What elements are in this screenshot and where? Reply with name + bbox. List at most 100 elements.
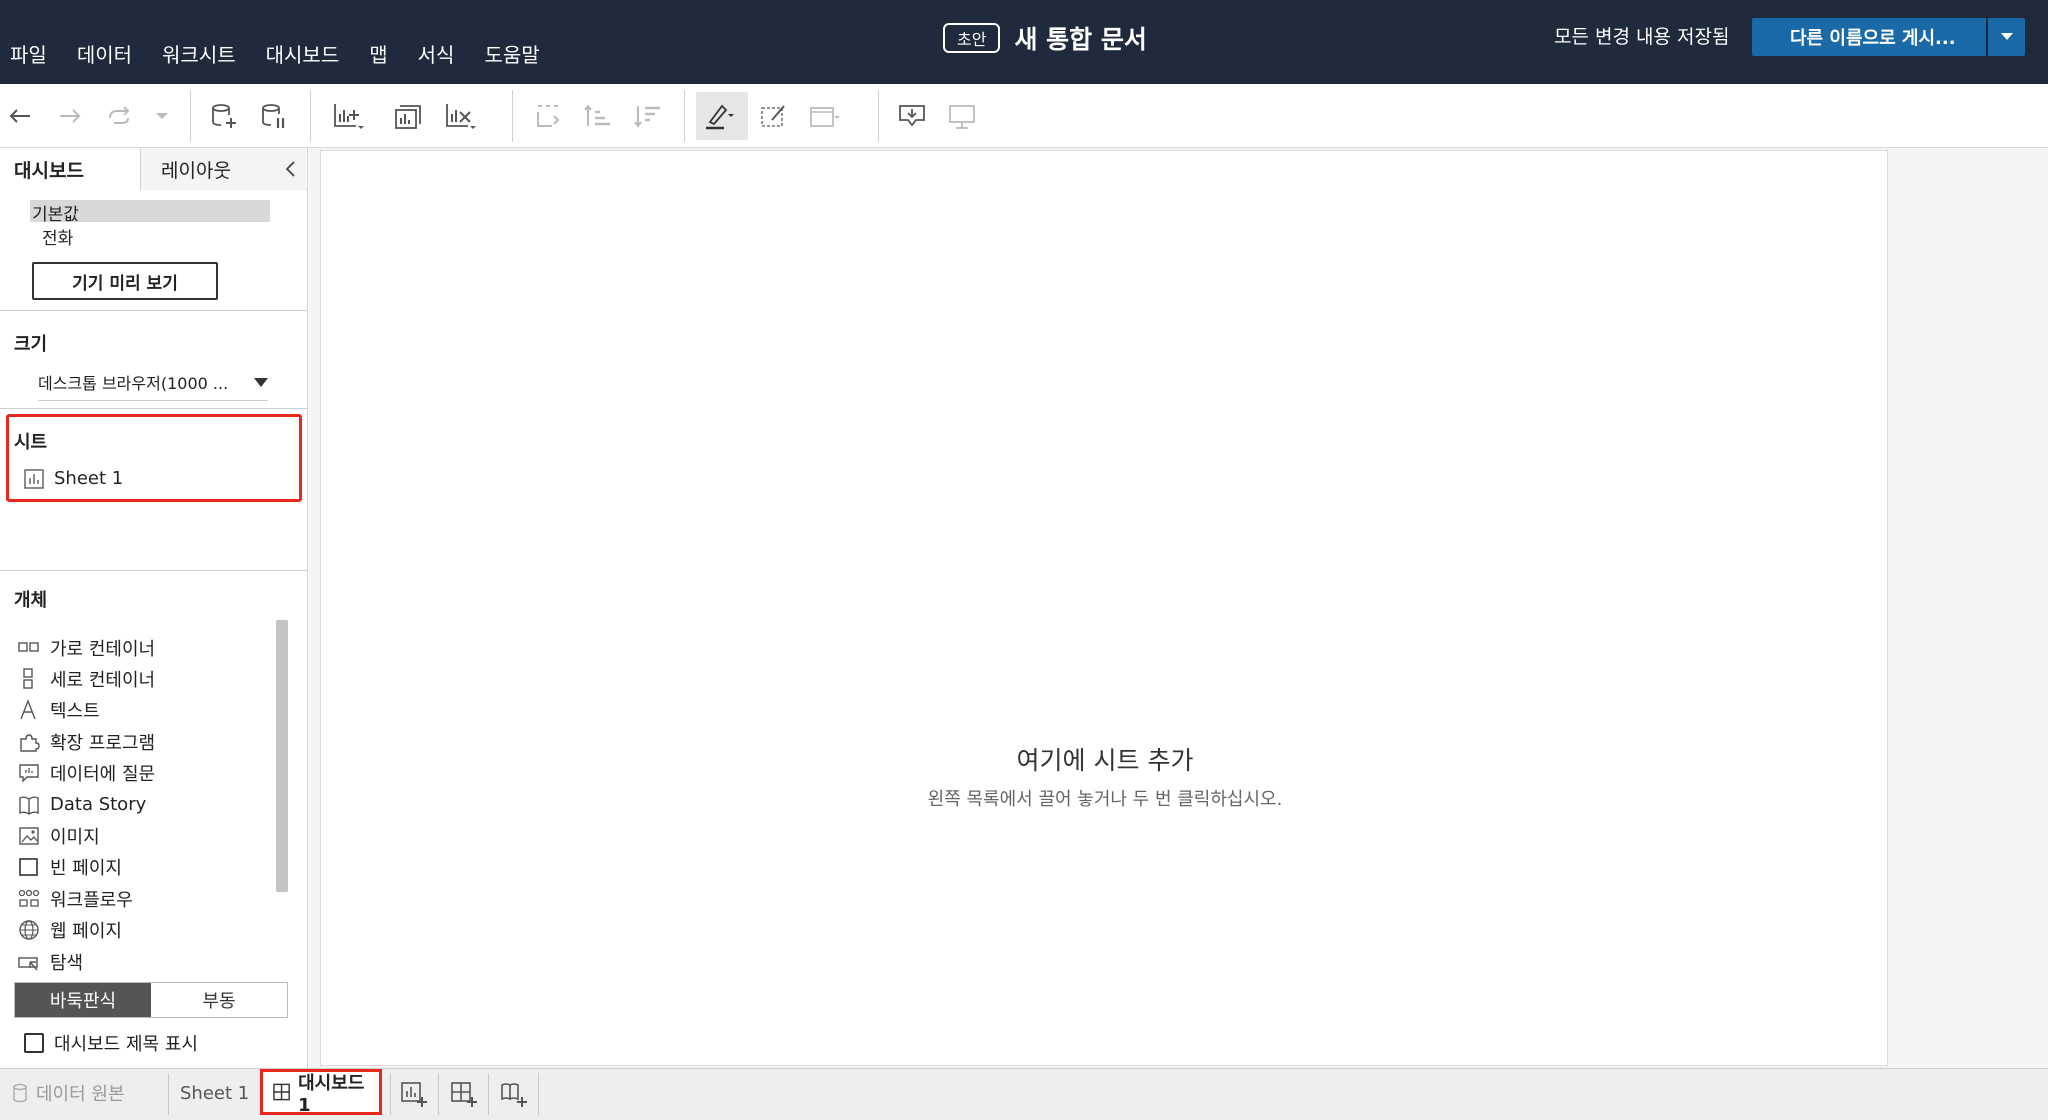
- floating-button[interactable]: 부동: [151, 983, 287, 1017]
- toolbar: [0, 84, 2048, 148]
- object-label: 데이터에 질문: [50, 764, 156, 786]
- caret-down-icon: [2000, 33, 2013, 40]
- object-ask-data[interactable]: 데이터에 질문: [18, 758, 274, 789]
- document-title[interactable]: 새 통합 문서: [1014, 20, 1146, 56]
- menu-worksheet[interactable]: 워크시트: [152, 40, 252, 70]
- dashboard-tab-active[interactable]: 대시보드 1: [260, 1069, 382, 1116]
- toolbar-separator: [878, 90, 879, 142]
- device-default[interactable]: 기본값: [32, 200, 79, 225]
- caret-down-icon: [254, 377, 268, 387]
- menu-dashboard[interactable]: 대시보드: [256, 40, 356, 70]
- object-navigation[interactable]: 탐색: [18, 946, 274, 977]
- tab-layout[interactable]: 레이아웃: [140, 148, 306, 190]
- menu-help[interactable]: 도움말: [474, 40, 555, 70]
- new-dashboard-tab-icon[interactable]: [450, 1081, 478, 1107]
- object-label: 이미지: [50, 827, 100, 849]
- sort-ascending-icon[interactable]: [582, 100, 614, 132]
- add-sheet-title: 여기에 시트 추가: [1016, 746, 1194, 775]
- objects-scrollbar[interactable]: [276, 620, 288, 892]
- replay-icon[interactable]: [104, 100, 136, 132]
- chat-bubble-icon: [19, 764, 39, 783]
- publish-as-button[interactable]: 다른 이름으로 게시...: [1752, 18, 1986, 56]
- device-preview-button[interactable]: 기기 미리 보기: [32, 262, 218, 300]
- tab-dashboard[interactable]: 대시보드: [0, 148, 140, 190]
- object-image[interactable]: 이미지: [18, 820, 274, 851]
- object-data-story[interactable]: Data Story: [18, 789, 274, 820]
- tiled-button[interactable]: 바둑판식: [15, 983, 151, 1017]
- blank-page-icon: [19, 858, 38, 877]
- object-label: 가로 컨테이너: [50, 638, 156, 660]
- dashboard-tab-label: 대시보드 1: [298, 1072, 365, 1116]
- object-blank[interactable]: 빈 페이지: [18, 852, 274, 883]
- sheet-tab[interactable]: Sheet 1: [180, 1069, 249, 1117]
- device-phone[interactable]: 전화: [42, 224, 73, 249]
- datasource-tab[interactable]: 데이터 원본: [12, 1069, 125, 1117]
- show-title-label: 대시보드 제목 표시: [54, 1034, 198, 1055]
- object-label: 빈 페이지: [50, 858, 122, 880]
- dashboard-canvas[interactable]: 여기에 시트 추가 왼쪽 목록에서 끌어 놓거나 두 번 클릭하십시오.: [320, 150, 1888, 1066]
- datasource-tab-label: 데이터 원본: [36, 1084, 125, 1105]
- annotate-icon[interactable]: [758, 100, 790, 132]
- menu-map[interactable]: 맵: [359, 40, 403, 70]
- horizontal-container-icon: [18, 641, 39, 652]
- object-label: 웹 페이지: [50, 921, 122, 943]
- pause-updates-icon[interactable]: [258, 100, 290, 132]
- object-extension[interactable]: 확장 프로그램: [18, 726, 274, 757]
- swap-rows-columns-icon[interactable]: [532, 100, 564, 132]
- fit-icon[interactable]: [808, 100, 840, 132]
- chevron-left-icon[interactable]: [284, 160, 298, 178]
- new-datasource-icon[interactable]: [208, 100, 240, 132]
- undo-icon[interactable]: [4, 100, 36, 132]
- book-icon: [19, 796, 39, 815]
- new-worksheet-icon[interactable]: [332, 100, 364, 132]
- object-vertical-container[interactable]: 세로 컨테이너: [18, 663, 274, 694]
- tab-separator: [488, 1073, 489, 1115]
- new-worksheet-tab-icon[interactable]: [400, 1081, 428, 1107]
- tab-separator: [168, 1073, 169, 1115]
- sort-descending-icon[interactable]: [632, 100, 664, 132]
- workflow-icon: [18, 889, 40, 907]
- layout-mode-toggle: 바둑판식 부동: [14, 982, 288, 1018]
- object-text[interactable]: 텍스트: [18, 695, 274, 726]
- sheet-item-label: Sheet 1: [54, 468, 124, 489]
- save-status: 모든 변경 내용 저장됨: [1554, 26, 1730, 48]
- menu-format[interactable]: 서식: [408, 40, 471, 70]
- toolbar-separator: [190, 90, 191, 142]
- sheets-title: 시트: [14, 432, 48, 453]
- object-workflow[interactable]: 워크플로우: [18, 883, 274, 914]
- bottom-tab-bar: 데이터 원본 Sheet 1 대시보드 1: [0, 1068, 2048, 1120]
- object-label: 텍스트: [50, 701, 100, 723]
- show-title-checkbox[interactable]: [24, 1033, 44, 1053]
- duplicate-sheet-icon[interactable]: [392, 100, 424, 132]
- menu-data[interactable]: 데이터: [67, 40, 148, 70]
- redo-icon[interactable]: [54, 100, 86, 132]
- size-title: 크기: [14, 334, 48, 355]
- menu-file[interactable]: 파일: [0, 40, 63, 70]
- panel-tabs: 대시보드 레이아웃: [0, 148, 308, 190]
- show-dashboard-title-option[interactable]: 대시보드 제목 표시: [24, 1030, 198, 1056]
- object-label: 세로 컨테이너: [50, 670, 156, 692]
- dashboard-panel: 대시보드 레이아웃 기본값 전화 기기 미리 보기 크기 데스크톱 브라우저(1…: [0, 148, 308, 1068]
- sheet-item[interactable]: Sheet 1: [24, 468, 123, 489]
- toolbar-separator: [684, 90, 685, 142]
- object-label: Data Story: [50, 794, 147, 816]
- object-label: 확장 프로그램: [50, 732, 156, 754]
- show-tooltip-icon[interactable]: [896, 100, 928, 132]
- add-sheet-hint: 왼쪽 목록에서 끌어 놓거나 두 번 클릭하십시오.: [927, 789, 1283, 810]
- size-dropdown[interactable]: 데스크톱 브라우저(1000 ...: [38, 370, 268, 401]
- new-story-tab-icon[interactable]: [500, 1081, 528, 1107]
- presentation-mode-icon[interactable]: [946, 100, 978, 132]
- tab-separator: [390, 1073, 391, 1115]
- database-icon: [13, 1083, 27, 1103]
- highlight-pen-icon[interactable]: [702, 100, 734, 132]
- toolbar-separator: [310, 90, 311, 142]
- object-label: 탐색: [50, 952, 84, 974]
- object-horizontal-container[interactable]: 가로 컨테이너: [18, 632, 274, 663]
- clear-sheet-icon[interactable]: [444, 100, 476, 132]
- tab-separator: [438, 1073, 439, 1115]
- bar-chart-icon: [24, 468, 44, 489]
- objects-title: 개체: [14, 590, 48, 611]
- publish-dropdown-button[interactable]: [1988, 18, 2025, 56]
- object-web-page[interactable]: 웹 페이지: [18, 915, 274, 946]
- replay-dropdown-icon[interactable]: [146, 100, 178, 132]
